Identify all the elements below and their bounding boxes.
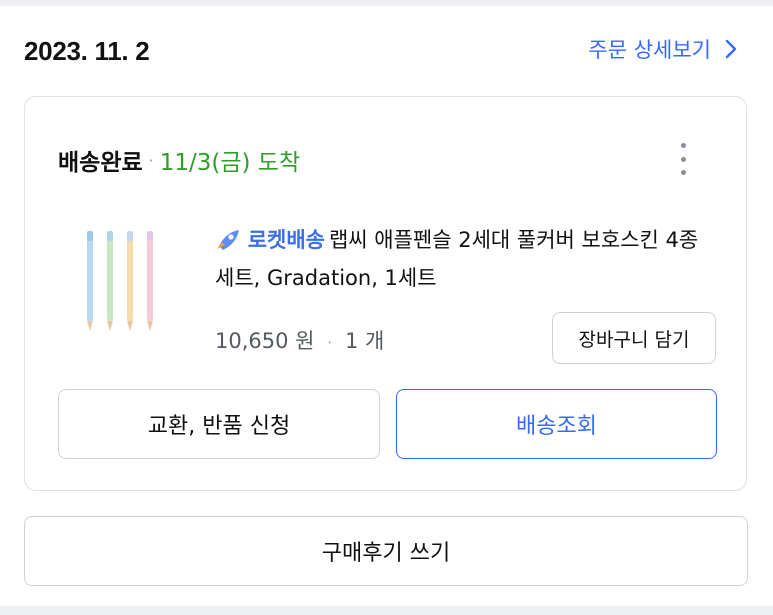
- order-detail-link[interactable]: 주문 상세보기: [588, 34, 739, 64]
- delivery-status-row: 배송완료 · 11/3(금) 도착: [58, 143, 300, 177]
- write-review-button[interactable]: 구매후기 쓰기: [24, 516, 748, 586]
- order-detail-label: 주문 상세보기: [588, 38, 711, 62]
- price-row: 10,650 원 · 1 개: [215, 325, 384, 355]
- rocket-icon: [217, 230, 239, 250]
- more-vertical-icon-dot: [680, 143, 686, 148]
- status-separator: ·: [148, 150, 154, 170]
- top-divider-band: [0, 0, 773, 6]
- delivery-status: 배송완료: [58, 150, 143, 176]
- product-info[interactable]: 로켓배송 랩씨 애플펜슬 2세대 풀커버 보호스킨 4종 세트, Gradatio…: [215, 221, 715, 297]
- more-vertical-icon-dot: [680, 156, 686, 162]
- product-price: 10,650 원: [215, 329, 315, 353]
- rocket-delivery-badge: 로켓배송: [247, 228, 325, 252]
- arrival-date: 11/3(금) 도착: [159, 150, 301, 176]
- product-quantity: 1 개: [344, 329, 385, 353]
- more-vertical-icon-dot: [680, 170, 686, 175]
- delivery-tracking-button[interactable]: 배송조회: [396, 389, 717, 459]
- chevron-right-icon: [725, 39, 737, 59]
- order-card: 배송완료 · 11/3(금) 도착 로켓배송 랩씨 애플펜슬 2세대 풀커버 보호…: [24, 96, 747, 491]
- order-date: 2023. 11. 2: [24, 36, 150, 66]
- product-thumbnail[interactable]: [75, 227, 165, 337]
- exchange-return-button[interactable]: 교환, 반품 신청: [58, 389, 380, 459]
- price-separator: ·: [327, 333, 333, 352]
- add-to-cart-button[interactable]: 장바구니 담기: [552, 312, 716, 364]
- bottom-divider-band: [0, 606, 773, 615]
- more-options-button[interactable]: [672, 141, 694, 177]
